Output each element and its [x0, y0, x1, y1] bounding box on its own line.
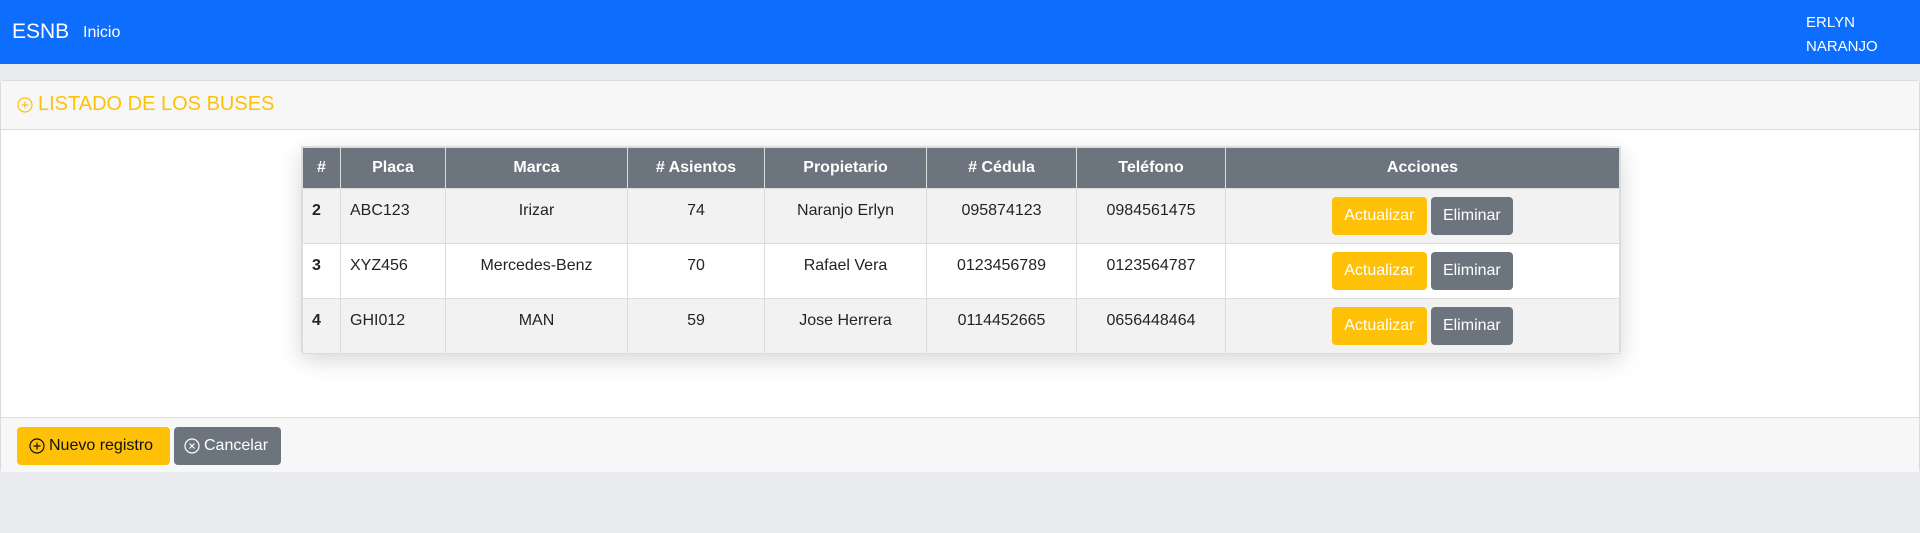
col-header-cedula: # Cédula: [926, 147, 1077, 189]
cell-telefono: 0123564787: [1076, 243, 1226, 299]
cell-asientos: 59: [627, 298, 765, 354]
table-row: 2 ABC123 Irizar 74 Naranjo Erlyn 0958741…: [302, 188, 1620, 244]
top-navbar: ESNB Inicio ERLYN NARANJO: [0, 0, 1920, 64]
brand-logo[interactable]: ESNB: [12, 20, 69, 44]
cell-placa: GHI012: [340, 298, 446, 354]
cell-placa: XYZ456: [340, 243, 446, 299]
delete-button[interactable]: Eliminar: [1430, 252, 1513, 290]
cell-telefono: 0984561475: [1076, 188, 1226, 244]
col-header-marca: Marca: [445, 147, 628, 189]
update-button[interactable]: Actualizar: [1332, 197, 1427, 235]
col-header-placa: Placa: [340, 147, 446, 189]
col-header-telefono: Teléfono: [1076, 147, 1226, 189]
cell-marca: Irizar: [445, 188, 628, 244]
col-header-asientos: # Asientos: [627, 147, 765, 189]
plus-circle-icon: [29, 438, 45, 454]
cell-id: 3: [302, 243, 341, 299]
cell-cedula: 0123456789: [926, 243, 1077, 299]
col-header-id: #: [302, 147, 341, 189]
cell-propietario: Naranjo Erlyn: [764, 188, 927, 244]
buses-table: # Placa Marca # Asientos Propietario # C…: [302, 147, 1620, 354]
cell-id: 4: [302, 298, 341, 354]
card-footer: Nuevo registro Cancelar: [1, 417, 1919, 472]
table-row: 3 XYZ456 Mercedes-Benz 70 Rafael Vera 01…: [302, 243, 1620, 299]
delete-button[interactable]: Eliminar: [1430, 197, 1513, 235]
user-menu[interactable]: ERLYN NARANJO: [1806, 11, 1878, 59]
cancel-label: Cancelar: [204, 437, 269, 454]
cell-marca: Mercedes-Benz: [445, 243, 628, 299]
table-header-row: # Placa Marca # Asientos Propietario # C…: [302, 147, 1620, 189]
cell-asientos: 74: [627, 188, 765, 244]
nav-link-inicio[interactable]: Inicio: [83, 24, 120, 42]
cell-placa: ABC123: [340, 188, 446, 244]
update-button[interactable]: Actualizar: [1332, 307, 1427, 345]
user-last-name: NARANJO: [1806, 38, 1878, 55]
cell-acciones: Actualizar Eliminar: [1225, 243, 1620, 299]
cell-propietario: Jose Herrera: [764, 298, 927, 354]
plus-circle-icon: [17, 96, 33, 113]
cell-acciones: Actualizar Eliminar: [1225, 188, 1620, 244]
col-header-acciones: Acciones: [1225, 147, 1620, 189]
col-header-propietario: Propietario: [764, 147, 927, 189]
update-button[interactable]: Actualizar: [1332, 252, 1427, 290]
card-header: LISTADO DE LOS BUSES: [1, 81, 1919, 130]
cell-cedula: 0114452665: [926, 298, 1077, 354]
cell-marca: MAN: [445, 298, 628, 354]
page-title-text: LISTADO DE LOS BUSES: [38, 93, 275, 115]
new-record-label: Nuevo registro: [49, 437, 154, 454]
user-first-name: ERLYN: [1806, 14, 1855, 31]
cell-id: 2: [302, 188, 341, 244]
cell-asientos: 70: [627, 243, 765, 299]
cell-telefono: 0656448464: [1076, 298, 1226, 354]
cancel-button[interactable]: Cancelar: [174, 427, 281, 465]
buses-table-container: # Placa Marca # Asientos Propietario # C…: [301, 146, 1621, 354]
new-record-button[interactable]: Nuevo registro: [17, 427, 170, 465]
cell-acciones: Actualizar Eliminar: [1225, 298, 1620, 354]
x-circle-icon: [184, 438, 200, 454]
cell-propietario: Rafael Vera: [764, 243, 927, 299]
buses-card: LISTADO DE LOS BUSES # Placa Marca # Asi…: [0, 80, 1920, 472]
table-row: 4 GHI012 MAN 59 Jose Herrera 0114452665 …: [302, 298, 1620, 354]
delete-button[interactable]: Eliminar: [1430, 307, 1513, 345]
page-title: LISTADO DE LOS BUSES: [17, 93, 274, 116]
cell-cedula: 095874123: [926, 188, 1077, 244]
